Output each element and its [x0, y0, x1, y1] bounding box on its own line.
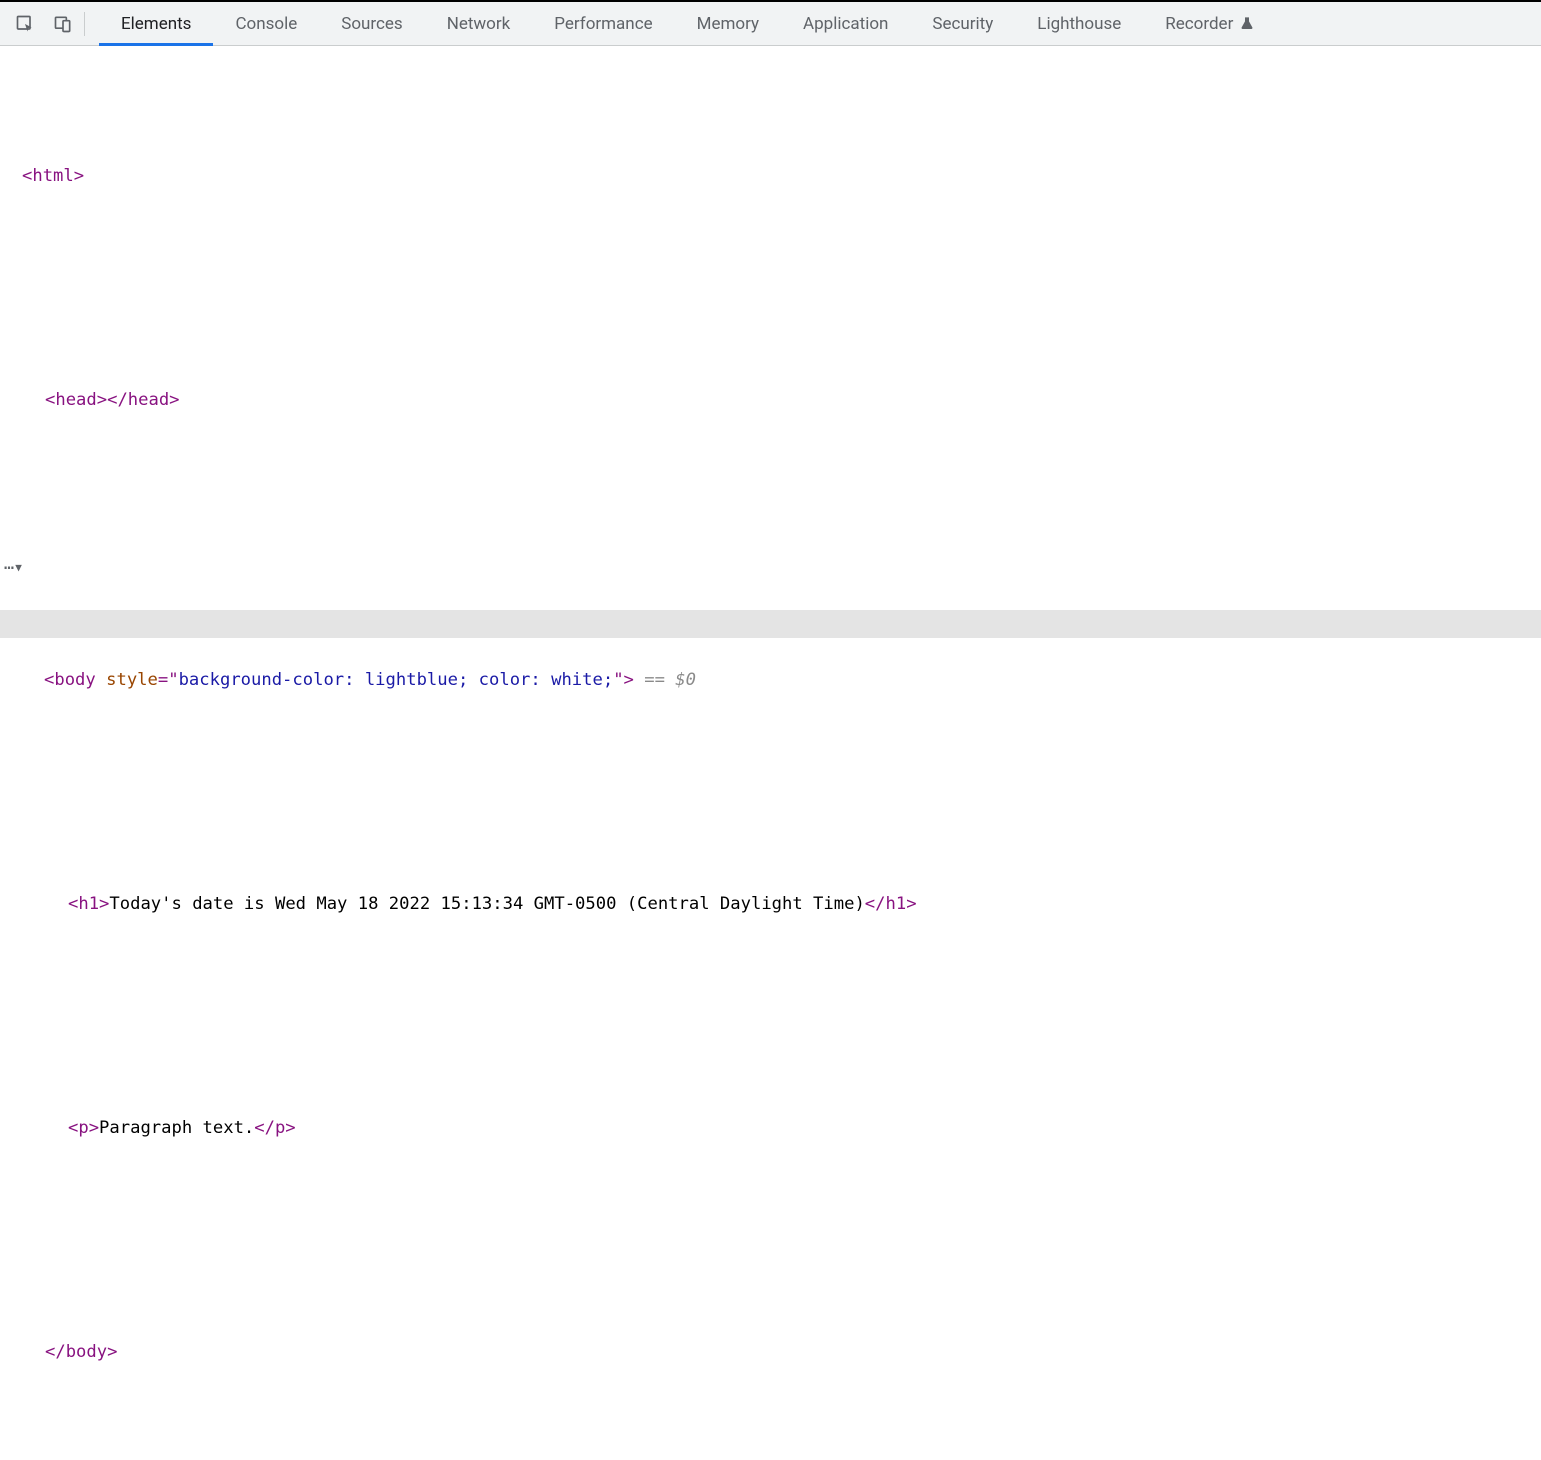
tag-close: </h1> [865, 894, 917, 914]
tab-label: Security [932, 14, 993, 34]
toolbar-left-icons [0, 2, 99, 45]
tag-open: <h1> [68, 894, 109, 914]
tag-open: <p> [68, 1118, 99, 1138]
elements-dom-tree[interactable]: <html> <head></head> ⋯▼ <body style="bac… [0, 46, 1541, 1460]
dom-node-body-close[interactable]: </body> [0, 1338, 1541, 1366]
tab-label: Network [447, 14, 511, 34]
tab-label: Recorder [1165, 14, 1233, 34]
tab-label: Console [235, 14, 297, 34]
tab-label: Application [803, 14, 888, 34]
dom-node-h1[interactable]: <h1>Today's date is Wed May 18 2022 15:1… [0, 890, 1541, 918]
tab-sources[interactable]: Sources [319, 2, 424, 45]
attr-name: style [106, 670, 158, 690]
tag-open: <head> [45, 390, 107, 410]
ellipsis-icon: ⋯ [4, 554, 13, 582]
tab-label: Memory [697, 14, 759, 34]
attr-value: background-color: lightblue; color: whit… [179, 670, 614, 690]
tab-recorder[interactable]: Recorder [1143, 2, 1277, 45]
inspect-element-icon[interactable] [6, 2, 44, 45]
text-node: Today's date is Wed May 18 2022 15:13:34… [109, 894, 864, 914]
tag-close: </p> [254, 1118, 295, 1138]
dom-node-head[interactable]: <head></head> [0, 386, 1541, 414]
text-node: Paragraph text. [99, 1118, 254, 1138]
tab-network[interactable]: Network [425, 2, 533, 45]
tab-label: Performance [554, 14, 652, 34]
device-toggle-icon[interactable] [44, 2, 82, 45]
tab-security[interactable]: Security [910, 2, 1015, 45]
tag-name: body [54, 670, 95, 690]
toolbar-separator [84, 12, 85, 36]
flask-icon [1239, 16, 1255, 32]
tag-text: <html> [22, 166, 84, 186]
tab-memory[interactable]: Memory [675, 2, 781, 45]
devtools-toolbar: Elements Console Sources Network Perform… [0, 2, 1541, 46]
tab-performance[interactable]: Performance [532, 2, 674, 45]
tag-close: </body> [45, 1342, 117, 1362]
dom-node-p[interactable]: <p>Paragraph text.</p> [0, 1114, 1541, 1142]
dom-node-body-open[interactable]: <body style="background-color: lightblue… [0, 666, 1541, 694]
tab-console[interactable]: Console [213, 2, 319, 45]
tab-label: Lighthouse [1037, 14, 1121, 34]
expand-triangle-icon[interactable]: ▼ [15, 554, 22, 582]
dom-node-html-open[interactable]: <html> [0, 162, 1541, 190]
tab-application[interactable]: Application [781, 2, 910, 45]
punc: "> [613, 670, 634, 690]
tab-lighthouse[interactable]: Lighthouse [1015, 2, 1143, 45]
punc: =" [158, 670, 179, 690]
tab-label: Elements [121, 14, 191, 34]
gutter-selected[interactable]: ⋯▼ [0, 554, 42, 582]
console-ref: == $0 [634, 670, 696, 690]
tab-elements[interactable]: Elements [99, 2, 213, 45]
punc: < [44, 670, 54, 690]
devtools-tabs: Elements Console Sources Network Perform… [99, 2, 1277, 45]
tag-close: </head> [107, 390, 179, 410]
selected-line-highlight [0, 610, 1541, 638]
tab-label: Sources [341, 14, 402, 34]
